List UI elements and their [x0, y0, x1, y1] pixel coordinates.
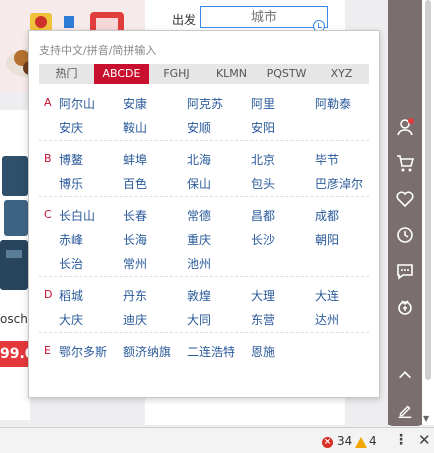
group-letter: A	[44, 96, 52, 109]
back-to-top-button[interactable]	[390, 360, 420, 390]
power-drill-product-image	[0, 150, 30, 300]
warning-count[interactable]: 4	[369, 434, 377, 448]
tab-pqstw[interactable]: PQSTW	[259, 64, 314, 84]
feedback-button[interactable]	[390, 396, 420, 426]
city-option[interactable]: 巴彦淖尔	[315, 175, 363, 192]
city-option[interactable]: 北京	[251, 151, 275, 168]
favorites-button[interactable]	[390, 184, 420, 214]
price-tag: 99.00	[0, 341, 30, 367]
city-option[interactable]: 长海	[123, 231, 147, 248]
group-divider	[39, 276, 369, 277]
city-option[interactable]: 恩施	[251, 343, 275, 360]
city-option[interactable]: 长春	[123, 207, 147, 224]
city-option[interactable]: 常州	[123, 255, 147, 272]
city-option[interactable]: 毕节	[315, 151, 339, 168]
tab-fghj[interactable]: FGHJ	[149, 64, 204, 84]
departure-city-input[interactable]	[200, 6, 328, 28]
city-option[interactable]: 重庆	[187, 231, 211, 248]
city-option[interactable]: 博鳌	[59, 151, 83, 168]
chevron-up-icon	[399, 371, 411, 379]
depart-label: 出发	[172, 13, 197, 27]
city-option[interactable]: 长治	[59, 255, 83, 272]
warning-icon[interactable]	[355, 437, 367, 448]
letter-tabs: 热门 ABCDE FGHJ KLMN PQSTW XYZ	[39, 64, 369, 84]
city-option[interactable]: 敦煌	[187, 287, 211, 304]
close-icon[interactable]: ✕	[418, 431, 431, 449]
history-icon	[397, 227, 413, 243]
city-option[interactable]: 丹东	[123, 287, 147, 304]
heart-icon	[396, 191, 414, 208]
city-option[interactable]: 包头	[251, 175, 275, 192]
history-button[interactable]	[390, 220, 420, 250]
notification-dot	[408, 118, 414, 124]
city-option[interactable]: 鞍山	[123, 119, 147, 136]
city-option[interactable]: 大庆	[59, 311, 83, 328]
city-option[interactable]: 赤峰	[59, 231, 83, 248]
city-option[interactable]: 阿里	[251, 95, 275, 112]
city-option[interactable]: 稻城	[59, 287, 83, 304]
city-option[interactable]: 百色	[123, 175, 147, 192]
city-option[interactable]: 阿勒泰	[315, 95, 351, 112]
city-option[interactable]: 大同	[187, 311, 211, 328]
scrollbar-thumb[interactable]	[425, 0, 431, 380]
city-option[interactable]: 鄂尔多斯	[59, 343, 107, 360]
error-icon[interactable]: ×	[322, 437, 333, 448]
edit-icon	[398, 405, 412, 419]
city-option[interactable]: 东营	[251, 311, 275, 328]
coupon-button[interactable]	[390, 292, 420, 322]
city-option[interactable]: 迪庆	[123, 311, 147, 328]
city-option[interactable]: 额济纳旗	[123, 343, 171, 360]
city-option[interactable]: 二连浩特	[187, 343, 235, 360]
city-option[interactable]: 安庆	[59, 119, 83, 136]
city-option[interactable]: 朝阳	[315, 231, 339, 248]
input-hint: 支持中文/拼音/简拼输入	[39, 44, 157, 57]
group-letter: D	[44, 288, 53, 301]
group-divider	[39, 140, 369, 141]
city-option[interactable]: 大连	[315, 287, 339, 304]
group-letter: E	[44, 344, 51, 357]
tab-abcde[interactable]: ABCDE	[94, 64, 149, 84]
tab-xyz[interactable]: XYZ	[314, 64, 369, 84]
group-letter: B	[44, 152, 52, 165]
city-picker-popup: 支持中文/拼音/简拼输入 热门 ABCDE FGHJ KLMN PQSTW XY…	[28, 30, 380, 398]
more-options-icon[interactable]: ⋮	[394, 432, 408, 448]
cart-icon	[397, 155, 415, 172]
city-option[interactable]: 成都	[315, 207, 339, 224]
city-option[interactable]: 蚌埠	[123, 151, 147, 168]
city-option[interactable]: 安阳	[251, 119, 275, 136]
city-option[interactable]: 北海	[187, 151, 211, 168]
city-option[interactable]: 安康	[123, 95, 147, 112]
group-letter: C	[44, 208, 52, 221]
city-option[interactable]: 长白山	[59, 207, 95, 224]
city-option[interactable]: 达州	[315, 311, 339, 328]
group-divider	[39, 332, 369, 333]
tab-klmn[interactable]: KLMN	[204, 64, 259, 84]
coupon-icon	[398, 300, 412, 315]
cart-button[interactable]	[390, 148, 420, 178]
group-divider	[39, 196, 369, 197]
message-icon	[397, 264, 413, 280]
city-option[interactable]: 常德	[187, 207, 211, 224]
city-option[interactable]: 阿尔山	[59, 95, 95, 112]
error-count[interactable]: 34	[337, 434, 352, 448]
city-option[interactable]: 博乐	[59, 175, 83, 192]
city-option[interactable]: 安顺	[187, 119, 211, 136]
city-option[interactable]: 阿克苏	[187, 95, 223, 112]
city-option[interactable]: 保山	[187, 175, 211, 192]
user-button[interactable]	[390, 112, 420, 142]
city-option[interactable]: 大理	[251, 287, 275, 304]
product-brand-text: osch	[0, 312, 28, 326]
tab-hot[interactable]: 热门	[39, 64, 94, 84]
city-option[interactable]: 长沙	[251, 231, 275, 248]
city-option[interactable]: 池州	[187, 255, 211, 272]
message-button[interactable]	[390, 256, 420, 286]
city-option[interactable]: 昌都	[251, 207, 275, 224]
scroll-down-arrow-icon[interactable]: ▼	[423, 414, 429, 423]
